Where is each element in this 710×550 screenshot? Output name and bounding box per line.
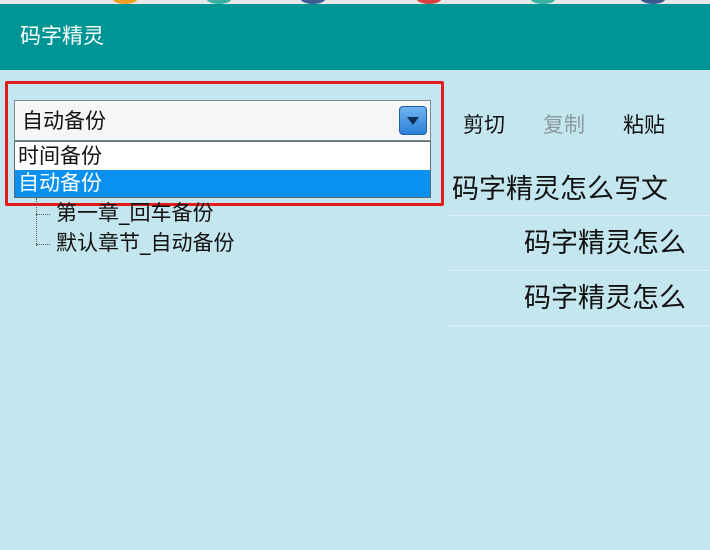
app-title: 码字精灵 [20,24,104,48]
line-separator [449,325,710,326]
backup-mode-select[interactable]: 自动备份 [14,100,431,141]
backup-mode-option-auto[interactable]: 自动备份 [15,170,430,197]
line-separator [449,215,710,216]
document-line[interactable]: 码字精灵怎么写文 [452,172,668,208]
tree-item-chapter-backup[interactable]: 第一章_回车备份 [56,199,214,227]
line-separator [449,270,710,271]
backup-mode-option-time[interactable]: 时间备份 [15,143,430,170]
paste-button[interactable]: 粘贴 [623,111,665,139]
tree-item-default-backup[interactable]: 默认章节_自动备份 [56,229,235,257]
tree-branch-line [36,214,50,215]
title-bar: 码字精灵 [0,4,710,70]
tree-branch-line [36,244,50,245]
document-line[interactable]: 码字精灵怎么 [524,226,686,262]
backup-mode-dropdown-list: 时间备份 自动备份 [14,141,431,198]
document-line[interactable]: 码字精灵怎么 [524,281,686,317]
tree-connector-line [36,198,37,246]
backup-mode-selected-value: 自动备份 [22,109,106,133]
copy-button[interactable]: 复制 [543,111,585,139]
cut-button[interactable]: 剪切 [463,111,505,139]
chevron-down-icon[interactable] [399,106,427,135]
